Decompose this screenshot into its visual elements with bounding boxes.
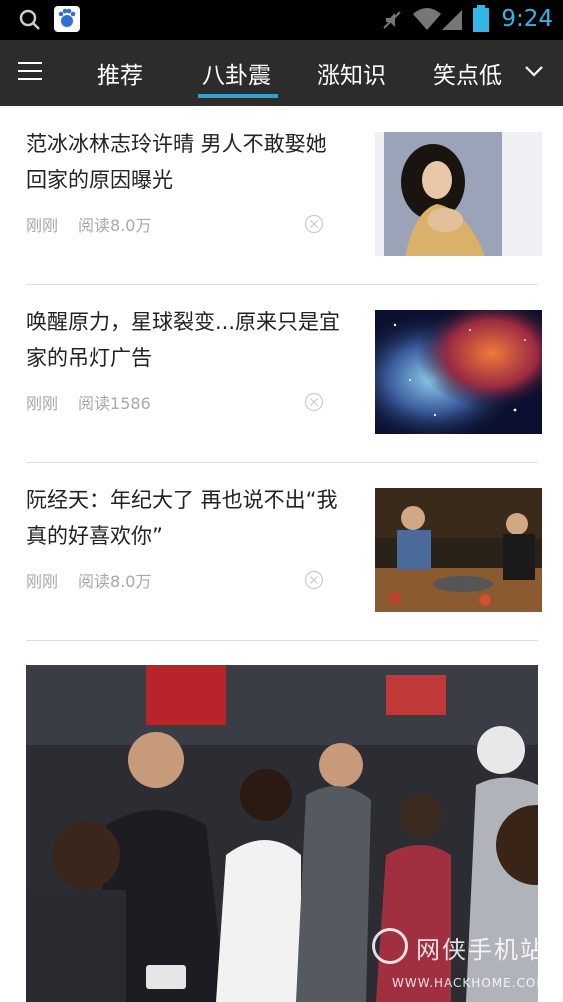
- news-item[interactable]: 唤醒原力，星球裂变...原来只是宜家的吊灯广告 刚刚 阅读1586: [26, 284, 542, 463]
- signal-icon: [442, 10, 462, 30]
- news-title: 阮经天：年纪大了 再也说不出“我真的好喜欢你”: [26, 488, 338, 548]
- dismiss-icon[interactable]: [304, 214, 324, 234]
- news-read-count: 阅读1586: [78, 394, 151, 413]
- mute-icon: [383, 11, 401, 29]
- menu-button[interactable]: [18, 62, 42, 84]
- news-item[interactable]: 阮经天：年纪大了 再也说不出“我真的好喜欢你” 刚刚 阅读8.0万: [26, 462, 542, 641]
- news-time: 刚刚: [26, 394, 59, 413]
- watermark-url: WWW.HACKHOME.COM: [392, 976, 548, 990]
- news-meta: 刚刚 阅读8.0万: [26, 568, 151, 592]
- news-item[interactable]: 范冰冰林志玲许晴 男人不敢娶她回家的原因曝光 刚刚 阅读8.0万: [26, 106, 542, 285]
- battery-icon: [473, 5, 489, 32]
- active-tab-indicator: [198, 94, 278, 98]
- baidu-app-icon: [54, 6, 80, 32]
- news-time: 刚刚: [26, 216, 59, 235]
- news-time: 刚刚: [26, 572, 59, 591]
- tab-funny[interactable]: 笑点低: [433, 56, 502, 90]
- watermark-logo-icon: [372, 928, 408, 964]
- menu-icon-line: [18, 70, 42, 72]
- news-thumbnail: [375, 488, 542, 612]
- chevron-down-icon[interactable]: [524, 64, 544, 78]
- news-title: 唤醒原力，星球裂变...原来只是宜家的吊灯广告: [26, 310, 341, 370]
- wifi-icon: [413, 8, 441, 30]
- tab-knowledge[interactable]: 涨知识: [317, 56, 386, 90]
- news-title: 范冰冰林志玲许晴 男人不敢娶她回家的原因曝光: [26, 132, 327, 192]
- tab-gossip[interactable]: 八卦震: [202, 56, 271, 90]
- watermark-title: 网侠手机站: [416, 936, 546, 964]
- menu-icon-line: [18, 78, 42, 80]
- search-icon: [19, 9, 40, 30]
- news-meta: 刚刚 阅读8.0万: [26, 212, 151, 236]
- news-meta: 刚刚 阅读1586: [26, 390, 151, 414]
- news-read-count: 阅读8.0万: [78, 216, 152, 235]
- news-thumbnail: [375, 132, 542, 256]
- menu-icon-line: [18, 62, 42, 64]
- channel-nav-bar: 推荐 八卦震 涨知识 笑点低: [0, 40, 563, 106]
- watermark: 网侠手机站 WWW.HACKHOME.COM: [372, 928, 562, 1002]
- status-bar: 9:24: [0, 0, 563, 40]
- tab-recommend[interactable]: 推荐: [97, 56, 143, 90]
- dismiss-icon[interactable]: [304, 392, 324, 412]
- news-thumbnail: [375, 310, 542, 434]
- status-time: 9:24: [501, 6, 553, 32]
- news-read-count: 阅读8.0万: [78, 572, 152, 591]
- dismiss-icon[interactable]: [304, 570, 324, 590]
